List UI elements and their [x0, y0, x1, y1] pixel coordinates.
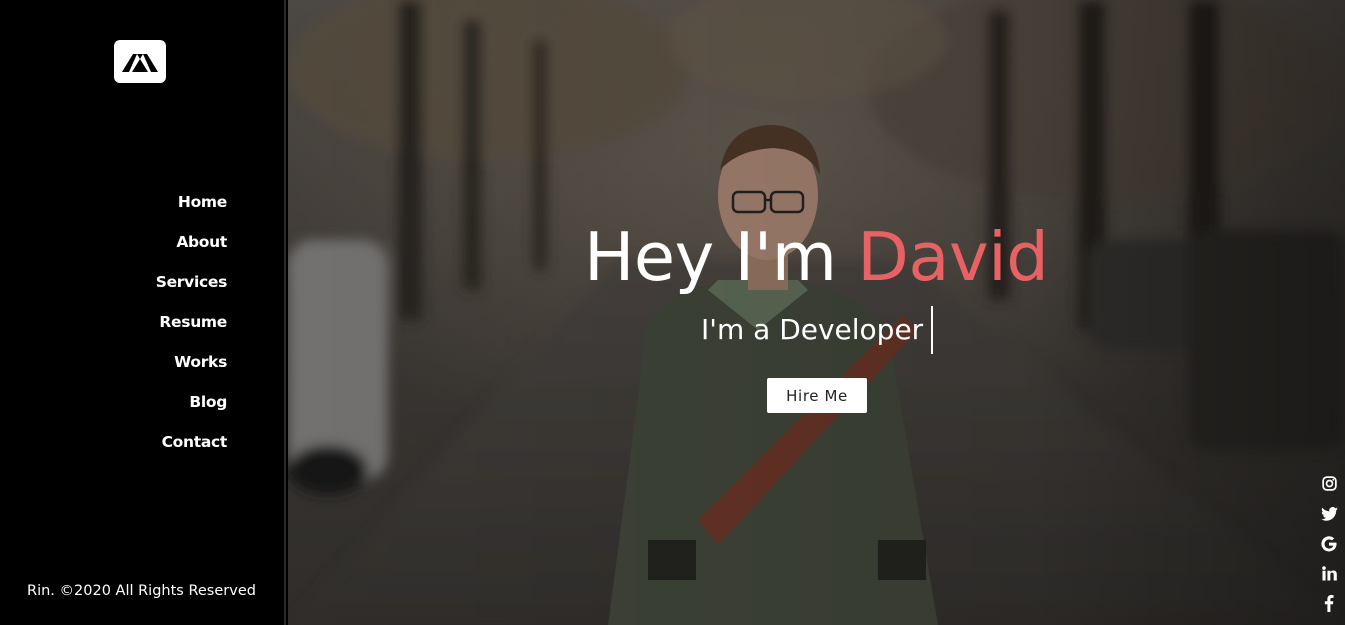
linkedin-icon [1321, 566, 1337, 581]
typing-cursor [931, 306, 934, 354]
main-nav: Home About Services Resume Works Blog Co… [156, 192, 228, 472]
instagram-icon [1321, 476, 1337, 491]
copyright-text: Rin. ©2020 All Rights Reserved [27, 583, 256, 599]
hero-section: Hey I'm David I'm a Developer Hire Me [288, 0, 1345, 625]
facebook-link[interactable] [1320, 594, 1338, 613]
nav-item-resume[interactable]: Resume [159, 312, 227, 332]
rin-logo-icon [122, 53, 158, 72]
nav-item-contact[interactable]: Contact [162, 432, 228, 452]
logo-link[interactable] [114, 40, 166, 83]
facebook-icon [1324, 595, 1334, 612]
linkedin-link[interactable] [1320, 564, 1338, 583]
hero-name: David [857, 218, 1049, 296]
instagram-link[interactable] [1320, 474, 1338, 493]
google-link[interactable] [1320, 534, 1338, 553]
hero-greeting: Hey I'm [584, 218, 858, 296]
hero-subtitle: I'm a Developer [701, 306, 934, 354]
nav-item-works[interactable]: Works [174, 352, 227, 372]
hire-me-button[interactable]: Hire Me [767, 378, 867, 413]
hero-subtitle-text: I'm a Developer [701, 313, 924, 346]
sidebar: Home About Services Resume Works Blog Co… [0, 0, 286, 625]
nav-item-about[interactable]: About [176, 232, 227, 252]
nav-item-blog[interactable]: Blog [189, 392, 227, 412]
twitter-icon [1320, 506, 1338, 521]
nav-item-home[interactable]: Home [178, 192, 227, 212]
twitter-link[interactable] [1320, 504, 1338, 523]
hero-headline: Hey I'm David [584, 212, 1049, 302]
nav-item-services[interactable]: Services [156, 272, 228, 292]
page: Home About Services Resume Works Blog Co… [0, 0, 1345, 625]
social-links [1320, 474, 1338, 613]
google-icon [1321, 535, 1337, 551]
